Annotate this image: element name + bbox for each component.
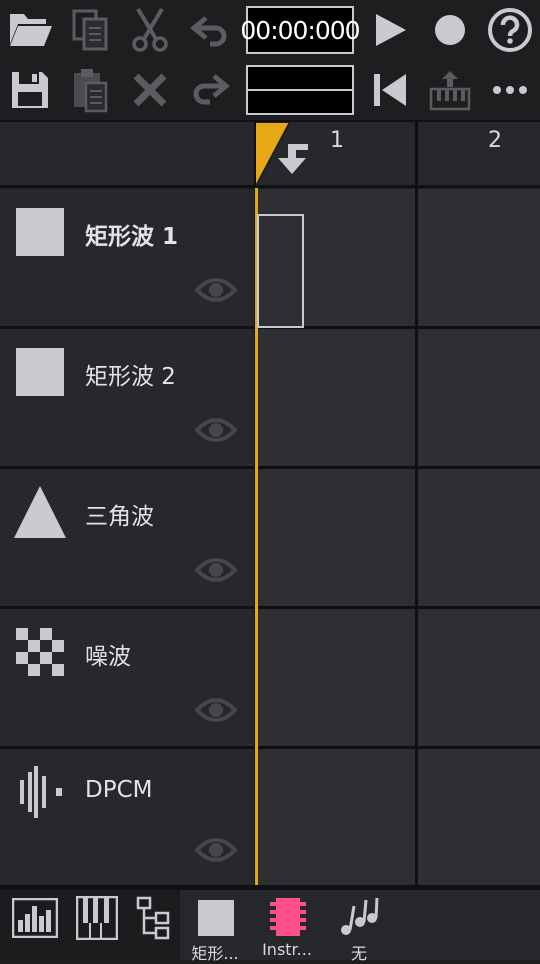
pattern-cell[interactable] xyxy=(257,469,415,606)
music-notes-icon[interactable] xyxy=(338,896,380,938)
channel-name: DPCM xyxy=(85,777,153,803)
rewind-icon xyxy=(374,74,406,106)
triangle-wave-icon xyxy=(14,486,66,538)
sequencer-icon xyxy=(11,897,59,939)
piano-export-icon xyxy=(429,71,471,111)
eye-icon[interactable] xyxy=(195,416,237,444)
square-wave-icon[interactable] xyxy=(198,900,234,936)
pattern-cell[interactable] xyxy=(418,189,540,326)
open-button[interactable] xyxy=(0,0,60,60)
pattern-cell[interactable] xyxy=(257,609,415,746)
channel-name: 矩形波 1 xyxy=(85,224,179,250)
instrument-chip-icon[interactable] xyxy=(268,896,308,938)
save-button[interactable] xyxy=(0,60,60,120)
delete-icon xyxy=(133,73,167,107)
pattern-cell[interactable] xyxy=(257,749,415,886)
channel-name: 三角波 xyxy=(85,504,154,530)
selection-box[interactable] xyxy=(257,214,304,328)
paste-icon xyxy=(74,69,108,113)
cut-button[interactable] xyxy=(120,0,180,60)
pattern-cell[interactable] xyxy=(418,749,540,886)
eye-icon[interactable] xyxy=(195,836,237,864)
time-value: 00:00:000 xyxy=(240,15,360,45)
status-box-top xyxy=(246,65,354,91)
project-tree-icon xyxy=(136,896,170,940)
tab-label-arpeggio[interactable]: 无 xyxy=(324,940,394,964)
folder-open-icon xyxy=(10,14,52,46)
record-button[interactable] xyxy=(420,0,480,60)
tab-project-tree[interactable] xyxy=(136,896,172,944)
pattern-cell[interactable] xyxy=(418,609,540,746)
undo-icon xyxy=(190,16,227,47)
loop-arrow-icon xyxy=(278,140,308,174)
eye-icon[interactable] xyxy=(195,276,237,304)
delete-button[interactable] xyxy=(120,60,180,120)
more-icon xyxy=(493,86,527,94)
eye-icon[interactable] xyxy=(195,696,237,724)
record-icon xyxy=(435,15,465,45)
piano-roll-icon xyxy=(75,895,119,941)
pattern-number-2[interactable]: 2 xyxy=(488,128,502,153)
tab-sequencer[interactable] xyxy=(11,897,59,942)
redo-icon xyxy=(193,74,230,105)
channel-name: 矩形波 2 xyxy=(85,364,176,390)
tab-label-instrument[interactable]: Instr... xyxy=(252,940,322,959)
pattern-number-1[interactable]: 1 xyxy=(330,128,344,153)
help-icon xyxy=(488,8,532,52)
status-box-bottom xyxy=(246,89,354,115)
noise-icon xyxy=(16,628,64,676)
rewind-button[interactable] xyxy=(360,60,420,120)
copy-button[interactable] xyxy=(60,0,120,60)
pattern-cell[interactable] xyxy=(418,329,540,466)
copy-icon xyxy=(72,9,108,51)
pattern-cell[interactable] xyxy=(418,469,540,606)
save-icon xyxy=(12,72,48,108)
tab-piano-roll[interactable] xyxy=(75,895,119,944)
paste-button[interactable] xyxy=(60,60,120,120)
undo-button[interactable] xyxy=(180,0,240,60)
channel-name: 噪波 xyxy=(85,644,131,670)
piano-export-button[interactable] xyxy=(420,60,480,120)
square-wave-icon xyxy=(16,208,64,256)
dpcm-icon xyxy=(20,766,62,818)
tab-label-channel[interactable]: 矩形... xyxy=(180,940,250,964)
eye-icon[interactable] xyxy=(195,556,237,584)
redo-button[interactable] xyxy=(180,60,240,120)
play-icon xyxy=(376,14,406,46)
play-button[interactable] xyxy=(360,0,420,60)
time-display: 00:00:000 xyxy=(240,6,361,54)
cut-icon xyxy=(132,7,168,52)
more-button[interactable] xyxy=(480,60,540,120)
pattern-cell[interactable] xyxy=(257,329,415,466)
square-wave-icon xyxy=(16,348,64,396)
help-button[interactable] xyxy=(480,0,540,60)
